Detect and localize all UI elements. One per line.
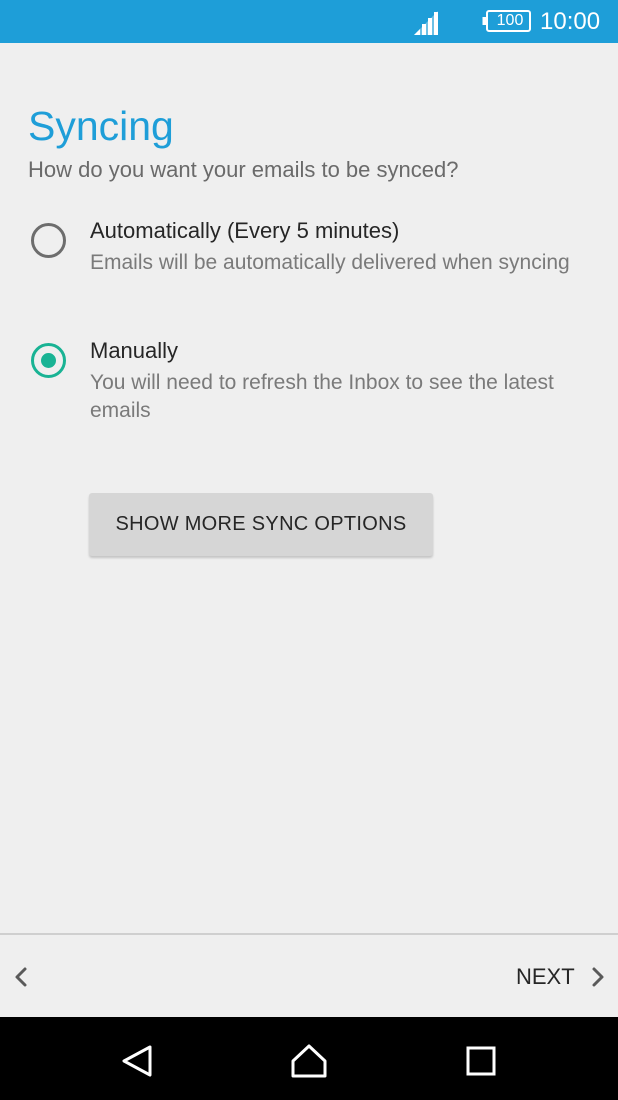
page-title: Syncing [28,103,174,149]
chevron-left-icon [15,967,27,987]
sync-option-automatic[interactable]: Automatically (Every 5 minutes) Emails w… [0,213,618,313]
signal-icon [414,11,438,35]
battery-level: 100 [496,12,524,29]
wizard-navigation: NEXT [0,933,618,1017]
triangle-back-icon [122,1045,152,1077]
square-recents-icon [466,1046,496,1076]
next-button[interactable]: NEXT [510,959,610,995]
radio-manual[interactable] [31,343,66,378]
battery-icon: 100 [482,10,532,32]
sync-option-manual[interactable]: Manually You will need to refresh the In… [0,333,618,433]
status-bar: 100 10:00 [0,0,618,43]
system-home-button[interactable] [289,1041,329,1081]
clock: 10:00 [540,8,601,35]
radio-automatic[interactable] [31,223,66,258]
option-label: Automatically (Every 5 minutes) [90,218,400,243]
chevron-right-icon [592,967,604,987]
system-back-button[interactable] [118,1041,158,1081]
option-description: You will need to refresh the Inbox to se… [90,371,554,422]
back-button[interactable] [6,959,36,995]
content-area: Syncing How do you want your emails to b… [0,43,618,933]
system-navigation-bar [0,1017,618,1100]
show-more-sync-options-button[interactable]: SHOW MORE SYNC OPTIONS [89,493,433,556]
page-subtitle: How do you want your emails to be synced… [28,157,459,182]
system-recent-apps-button[interactable] [461,1041,501,1081]
home-icon [291,1044,327,1078]
next-label: NEXT [516,964,575,989]
option-description: Emails will be automatically delivered w… [90,251,570,274]
option-label: Manually [90,338,179,363]
